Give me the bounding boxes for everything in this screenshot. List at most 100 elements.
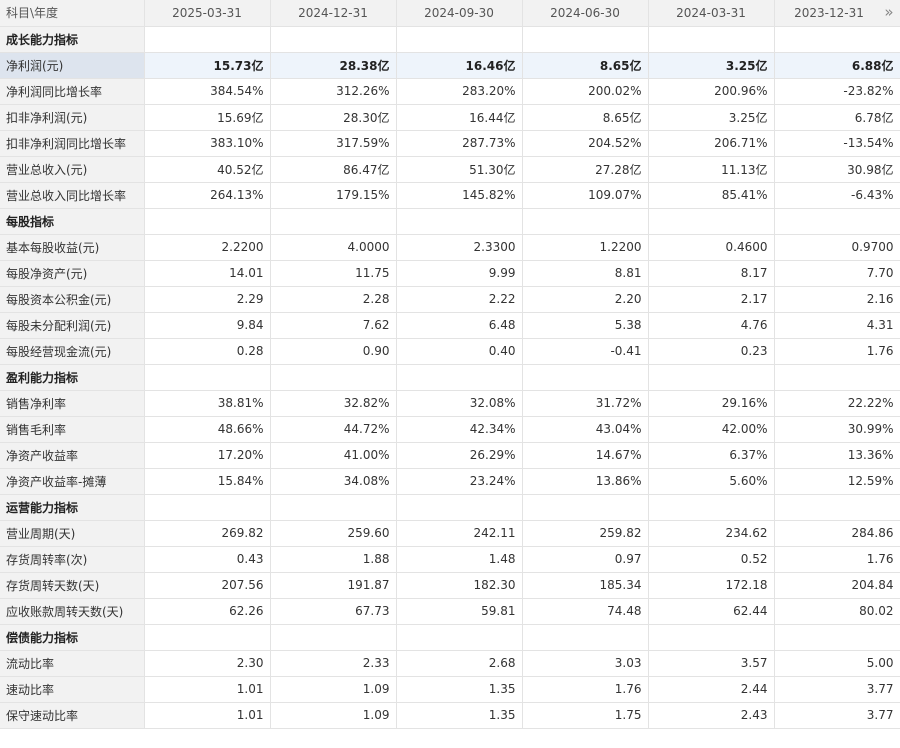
value-cell: 14.67% [522,442,649,469]
table-row: 保守速动比率 1.01 1.09 1.35 1.75 2.43 3.77 [0,702,900,729]
value-cell: -0.41 [522,338,649,365]
value-cell: 284.86 [774,520,900,547]
row-label[interactable]: 净资产收益率-摊薄 [0,468,145,495]
period-header[interactable]: 2024-03-31 [648,0,775,27]
value-cell: 204.84 [774,572,900,599]
value-cell: 43.04% [522,416,649,443]
value-cell: 28.38亿 [270,52,397,79]
value-cell: 2.43 [648,702,775,729]
value-cell: 2.3300 [396,234,523,261]
empty-cell [648,208,775,235]
period-header[interactable]: 2023-12-31 » [774,0,900,27]
row-label[interactable]: 每股经营现金流(元) [0,338,145,365]
value-cell: 206.71% [648,130,775,157]
double-chevron-right-icon[interactable]: » [884,4,893,20]
table-row: 流动比率 2.30 2.33 2.68 3.03 3.57 5.00 [0,650,900,677]
row-label[interactable]: 扣非净利润(元) [0,104,145,131]
value-cell: 44.72% [270,416,397,443]
row-label[interactable]: 存货周转天数(天) [0,572,145,599]
table-row: 基本每股收益(元) 2.2200 4.0000 2.3300 1.2200 0.4600 0… [0,234,900,261]
value-cell: 9.99 [396,260,523,287]
value-cell: 1.76 [522,676,649,703]
row-label[interactable]: 销售净利率 [0,390,145,417]
value-cell: 172.18 [648,572,775,599]
table-row: 销售毛利率 48.66% 44.72% 42.34% 43.04% 42.00% 30.99… [0,416,900,443]
value-cell: 6.78亿 [774,104,900,131]
value-cell: 283.20% [396,78,523,105]
value-cell: 1.2200 [522,234,649,261]
value-cell: 6.88亿 [774,52,900,79]
empty-cell [270,364,397,391]
row-label[interactable]: 扣非净利润同比增长率 [0,130,145,157]
value-cell: -13.54% [774,130,900,157]
table-row: 销售净利率 38.81% 32.82% 32.08% 31.72% 29.16% 22.22… [0,390,900,417]
value-cell: 4.0000 [270,234,397,261]
value-cell: 11.75 [270,260,397,287]
value-cell: 29.16% [648,390,775,417]
value-cell: 0.90 [270,338,397,365]
table-row: 存货周转天数(天) 207.56 191.87 182.30 185.34 172.18 2… [0,572,900,599]
row-label[interactable]: 净资产收益率 [0,442,145,469]
empty-cell [648,624,775,651]
value-cell: 34.08% [270,468,397,495]
row-label[interactable]: 流动比率 [0,650,145,677]
row-label[interactable]: 应收账款周转天数(天) [0,598,145,625]
value-cell: -6.43% [774,182,900,209]
value-cell: 0.9700 [774,234,900,261]
value-cell: 109.07% [522,182,649,209]
table-row: 应收账款周转天数(天) 62.26 67.73 59.81 74.48 62.44 80.0… [0,598,900,625]
value-cell: 48.66% [144,416,271,443]
value-cell: 264.13% [144,182,271,209]
section-title: 盈利能力指标 [0,364,145,391]
value-cell: 3.77 [774,702,900,729]
value-cell: 0.52 [648,546,775,573]
row-label[interactable]: 营业总收入同比增长率 [0,182,145,209]
value-cell: 259.60 [270,520,397,547]
value-cell: 259.82 [522,520,649,547]
row-label[interactable]: 每股资本公积金(元) [0,286,145,313]
value-cell: 2.22 [396,286,523,313]
value-cell: 3.57 [648,650,775,677]
empty-cell [648,26,775,53]
value-cell: 5.00 [774,650,900,677]
value-cell: 3.25亿 [648,104,775,131]
row-label[interactable]: 速动比率 [0,676,145,703]
value-cell: 3.03 [522,650,649,677]
value-cell: 1.88 [270,546,397,573]
value-cell: 234.62 [648,520,775,547]
empty-cell [774,208,900,235]
value-cell: 15.73亿 [144,52,271,79]
value-cell: 32.08% [396,390,523,417]
row-label[interactable]: 每股未分配利润(元) [0,312,145,339]
section-header-row: 成长能力指标 [0,26,900,53]
value-cell: 2.2200 [144,234,271,261]
value-cell: 6.48 [396,312,523,339]
value-cell: 85.41% [648,182,775,209]
value-cell: 27.28亿 [522,156,649,183]
table-row: 营业总收入同比增长率 264.13% 179.15% 145.82% 109.07% 85… [0,182,900,209]
row-label[interactable]: 销售毛利率 [0,416,145,443]
value-cell: 2.33 [270,650,397,677]
row-label[interactable]: 基本每股收益(元) [0,234,145,261]
value-cell: 23.24% [396,468,523,495]
period-header[interactable]: 2024-09-30 [396,0,523,27]
row-label[interactable]: 净利润(元) [0,52,145,79]
value-cell: 2.28 [270,286,397,313]
value-cell: 13.36% [774,442,900,469]
row-label[interactable]: 存货周转率(次) [0,546,145,573]
section-header-row: 每股指标 [0,208,900,235]
row-label[interactable]: 净利润同比增长率 [0,78,145,105]
row-label[interactable]: 保守速动比率 [0,702,145,729]
row-label[interactable]: 营业总收入(元) [0,156,145,183]
table-row: 每股经营现金流(元) 0.28 0.90 0.40 -0.41 0.23 1.76 [0,338,900,365]
value-cell: 42.00% [648,416,775,443]
row-label[interactable]: 每股净资产(元) [0,260,145,287]
period-header[interactable]: 2024-06-30 [522,0,649,27]
table-row: 速动比率 1.01 1.09 1.35 1.76 2.44 3.77 [0,676,900,703]
value-cell: 17.20% [144,442,271,469]
row-label[interactable]: 营业周期(天) [0,520,145,547]
empty-cell [774,26,900,53]
value-cell: 1.75 [522,702,649,729]
period-header[interactable]: 2025-03-31 [144,0,271,27]
period-header[interactable]: 2024-12-31 [270,0,397,27]
